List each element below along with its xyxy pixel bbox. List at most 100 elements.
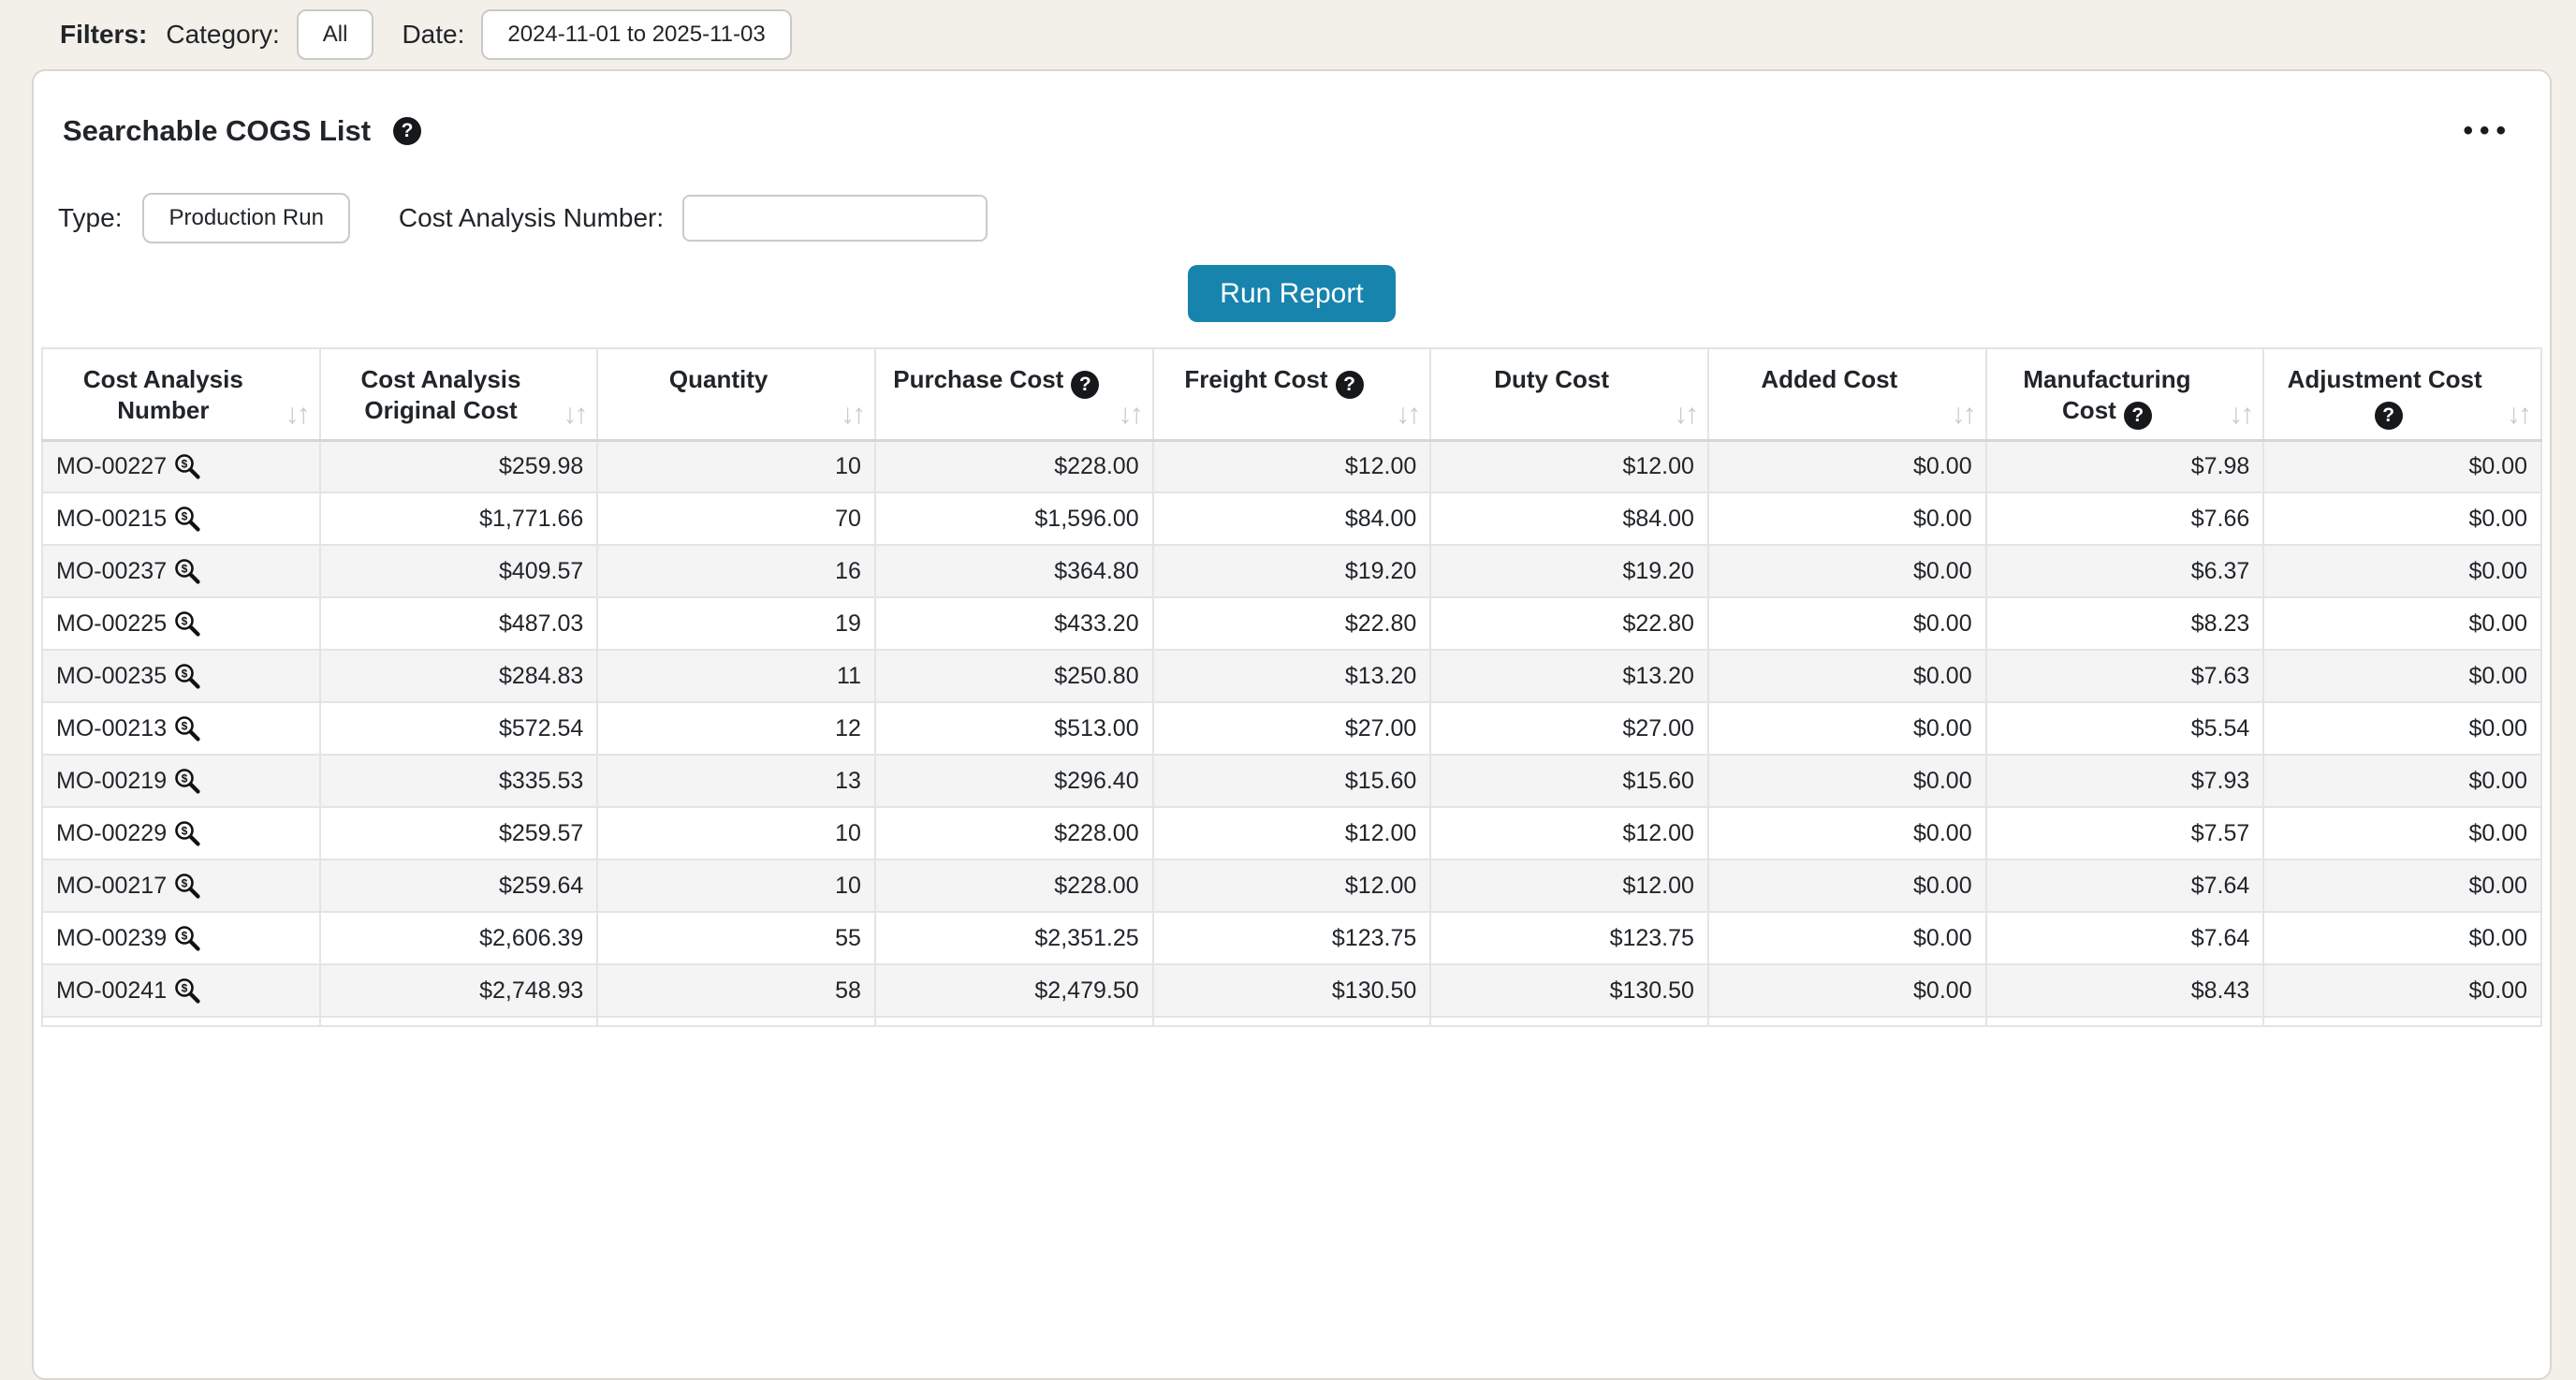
svg-text:$: $ (182, 720, 188, 733)
value-cell: $7.98 (1986, 440, 2264, 492)
value-cell: $259.64 (320, 859, 598, 912)
sort-icon[interactable]: ↓↑ (1674, 399, 1696, 430)
help-icon[interactable]: ? (393, 117, 421, 145)
zoom-dollar-icon[interactable]: $ (173, 872, 201, 900)
cost-analysis-number-input[interactable] (682, 195, 988, 242)
sort-icon[interactable]: ↓↑ (1952, 399, 1974, 430)
sort-icon[interactable]: ↓↑ (1119, 399, 1141, 430)
value-cell: $0.00 (1708, 492, 1986, 545)
sort-icon[interactable]: ↓↑ (285, 399, 308, 430)
value-cell: $13.20 (1153, 650, 1431, 702)
column-header-quantity[interactable]: Quantity↓↑ (597, 348, 875, 440)
value-cell: $0.00 (2263, 807, 2541, 859)
value-cell: $259.98 (320, 440, 598, 492)
cogs-table: Cost Analysis Number↓↑Cost Analysis Orig… (41, 347, 2542, 1027)
value-cell: 58 (597, 964, 875, 1017)
value-cell: $0.00 (2263, 492, 2541, 545)
column-header-duty-cost[interactable]: Duty Cost↓↑ (1430, 348, 1708, 440)
value-cell: $7.66 (1986, 492, 2264, 545)
date-range-picker[interactable]: 2024-11-01 to 2025-11-03 (481, 9, 791, 60)
zoom-dollar-icon[interactable]: $ (173, 819, 201, 847)
column-header-added-cost[interactable]: Added Cost ↓↑ (1708, 348, 1986, 440)
sort-icon[interactable]: ↓↑ (563, 399, 585, 430)
help-icon[interactable]: ? (1336, 371, 1364, 399)
column-header-adjustment-cost[interactable]: Adjustment Cost?↓↑ (2263, 348, 2541, 440)
cost-analysis-number: MO-00219 (56, 768, 167, 795)
value-cell: $0.00 (2263, 440, 2541, 492)
zoom-dollar-icon[interactable]: $ (173, 976, 201, 1005)
value-cell: 10 (597, 440, 875, 492)
cost-analysis-number-cell: MO-00225$ (42, 597, 320, 650)
date-label: Date: (402, 20, 464, 50)
value-cell: $1,596.00 (875, 492, 1153, 545)
svg-text:$: $ (182, 930, 188, 943)
value-cell: $130.50 (1153, 964, 1431, 1017)
svg-text:$: $ (182, 668, 188, 681)
cost-analysis-number-cell: MO-00213$ (42, 702, 320, 755)
value-cell: $572.54 (320, 702, 598, 755)
sort-icon[interactable]: ↓↑ (2229, 399, 2251, 430)
value-cell: $19.20 (1153, 545, 1431, 597)
value-cell: $0.00 (1708, 912, 1986, 964)
value-cell: $513.00 (875, 702, 1153, 755)
table-row: MO-00235$$284.8311$250.80$13.20$13.20$0.… (42, 650, 2541, 702)
value-cell: $19.20 (1430, 545, 1708, 597)
value-cell: $6.37 (1986, 545, 2264, 597)
column-label: Cost Analysis Original Cost (360, 365, 520, 424)
card-title: Searchable COGS List (63, 114, 371, 148)
svg-text:$: $ (182, 877, 188, 890)
zoom-dollar-icon[interactable]: $ (173, 609, 201, 638)
zoom-dollar-icon[interactable]: $ (173, 662, 201, 690)
cost-analysis-number: MO-00239 (56, 925, 167, 952)
sort-icon[interactable]: ↓↑ (841, 399, 863, 430)
value-cell: $12.00 (1430, 807, 1708, 859)
value-cell: $27.00 (1430, 702, 1708, 755)
sort-icon[interactable]: ↓↑ (1396, 399, 1418, 430)
value-cell: $0.00 (1708, 859, 1986, 912)
value-cell: $7.93 (1986, 755, 2264, 807)
value-cell: $0.00 (2263, 859, 2541, 912)
value-cell: $12.00 (1430, 440, 1708, 492)
run-report-button[interactable]: Run Report (1188, 265, 1395, 322)
column-header-cost-analysis-number[interactable]: Cost Analysis Number↓↑ (42, 348, 320, 440)
cost-analysis-number: MO-00217 (56, 873, 167, 900)
column-header-manufacturing-cost[interactable]: Manufacturing Cost?↓↑ (1986, 348, 2264, 440)
value-cell: $0.00 (2263, 650, 2541, 702)
svg-text:$: $ (182, 772, 188, 785)
category-select[interactable]: All (297, 9, 374, 60)
table-row: MO-00213$$572.5412$513.00$27.00$27.00$0.… (42, 702, 2541, 755)
table-row (42, 1017, 2541, 1026)
cost-analysis-number: MO-00241 (56, 977, 167, 1005)
ellipsis-menu-icon[interactable]: ••• (2463, 122, 2512, 140)
zoom-dollar-icon[interactable]: $ (173, 767, 201, 795)
table-row: MO-00227$$259.9810$228.00$12.00$12.00$0.… (42, 440, 2541, 492)
value-cell: $7.63 (1986, 650, 2264, 702)
value-cell: $0.00 (1708, 964, 1986, 1017)
zoom-dollar-icon[interactable]: $ (173, 924, 201, 952)
value-cell: $335.53 (320, 755, 598, 807)
help-icon[interactable]: ? (2124, 402, 2152, 430)
svg-text:$: $ (182, 510, 188, 523)
value-cell: $123.75 (1153, 912, 1431, 964)
value-cell: $12.00 (1153, 440, 1431, 492)
value-cell: $8.43 (1986, 964, 2264, 1017)
sort-icon[interactable]: ↓↑ (2507, 399, 2529, 430)
filters-label: Filters: (60, 20, 147, 50)
zoom-dollar-icon[interactable]: $ (173, 505, 201, 533)
zoom-dollar-icon[interactable]: $ (173, 452, 201, 480)
zoom-dollar-icon[interactable]: $ (173, 714, 201, 742)
column-label: Added Cost (1761, 365, 1897, 393)
cost-analysis-number: MO-00225 (56, 610, 167, 638)
value-cell: 13 (597, 755, 875, 807)
column-label: Freight Cost (1184, 365, 1327, 393)
zoom-dollar-icon[interactable]: $ (173, 557, 201, 585)
column-header-freight-cost[interactable]: Freight Cost? ↓↑ (1153, 348, 1431, 440)
column-header-purchase-cost[interactable]: Purchase Cost?↓↑ (875, 348, 1153, 440)
table-row: MO-00219$$335.5313$296.40$15.60$15.60$0.… (42, 755, 2541, 807)
help-icon[interactable]: ? (2375, 402, 2403, 430)
value-cell: $409.57 (320, 545, 598, 597)
help-icon[interactable]: ? (1071, 371, 1099, 399)
value-cell: $15.60 (1430, 755, 1708, 807)
column-header-cost-analysis-original-cost[interactable]: Cost Analysis Original Cost ↓↑ (320, 348, 598, 440)
type-select[interactable]: Production Run (142, 193, 349, 243)
